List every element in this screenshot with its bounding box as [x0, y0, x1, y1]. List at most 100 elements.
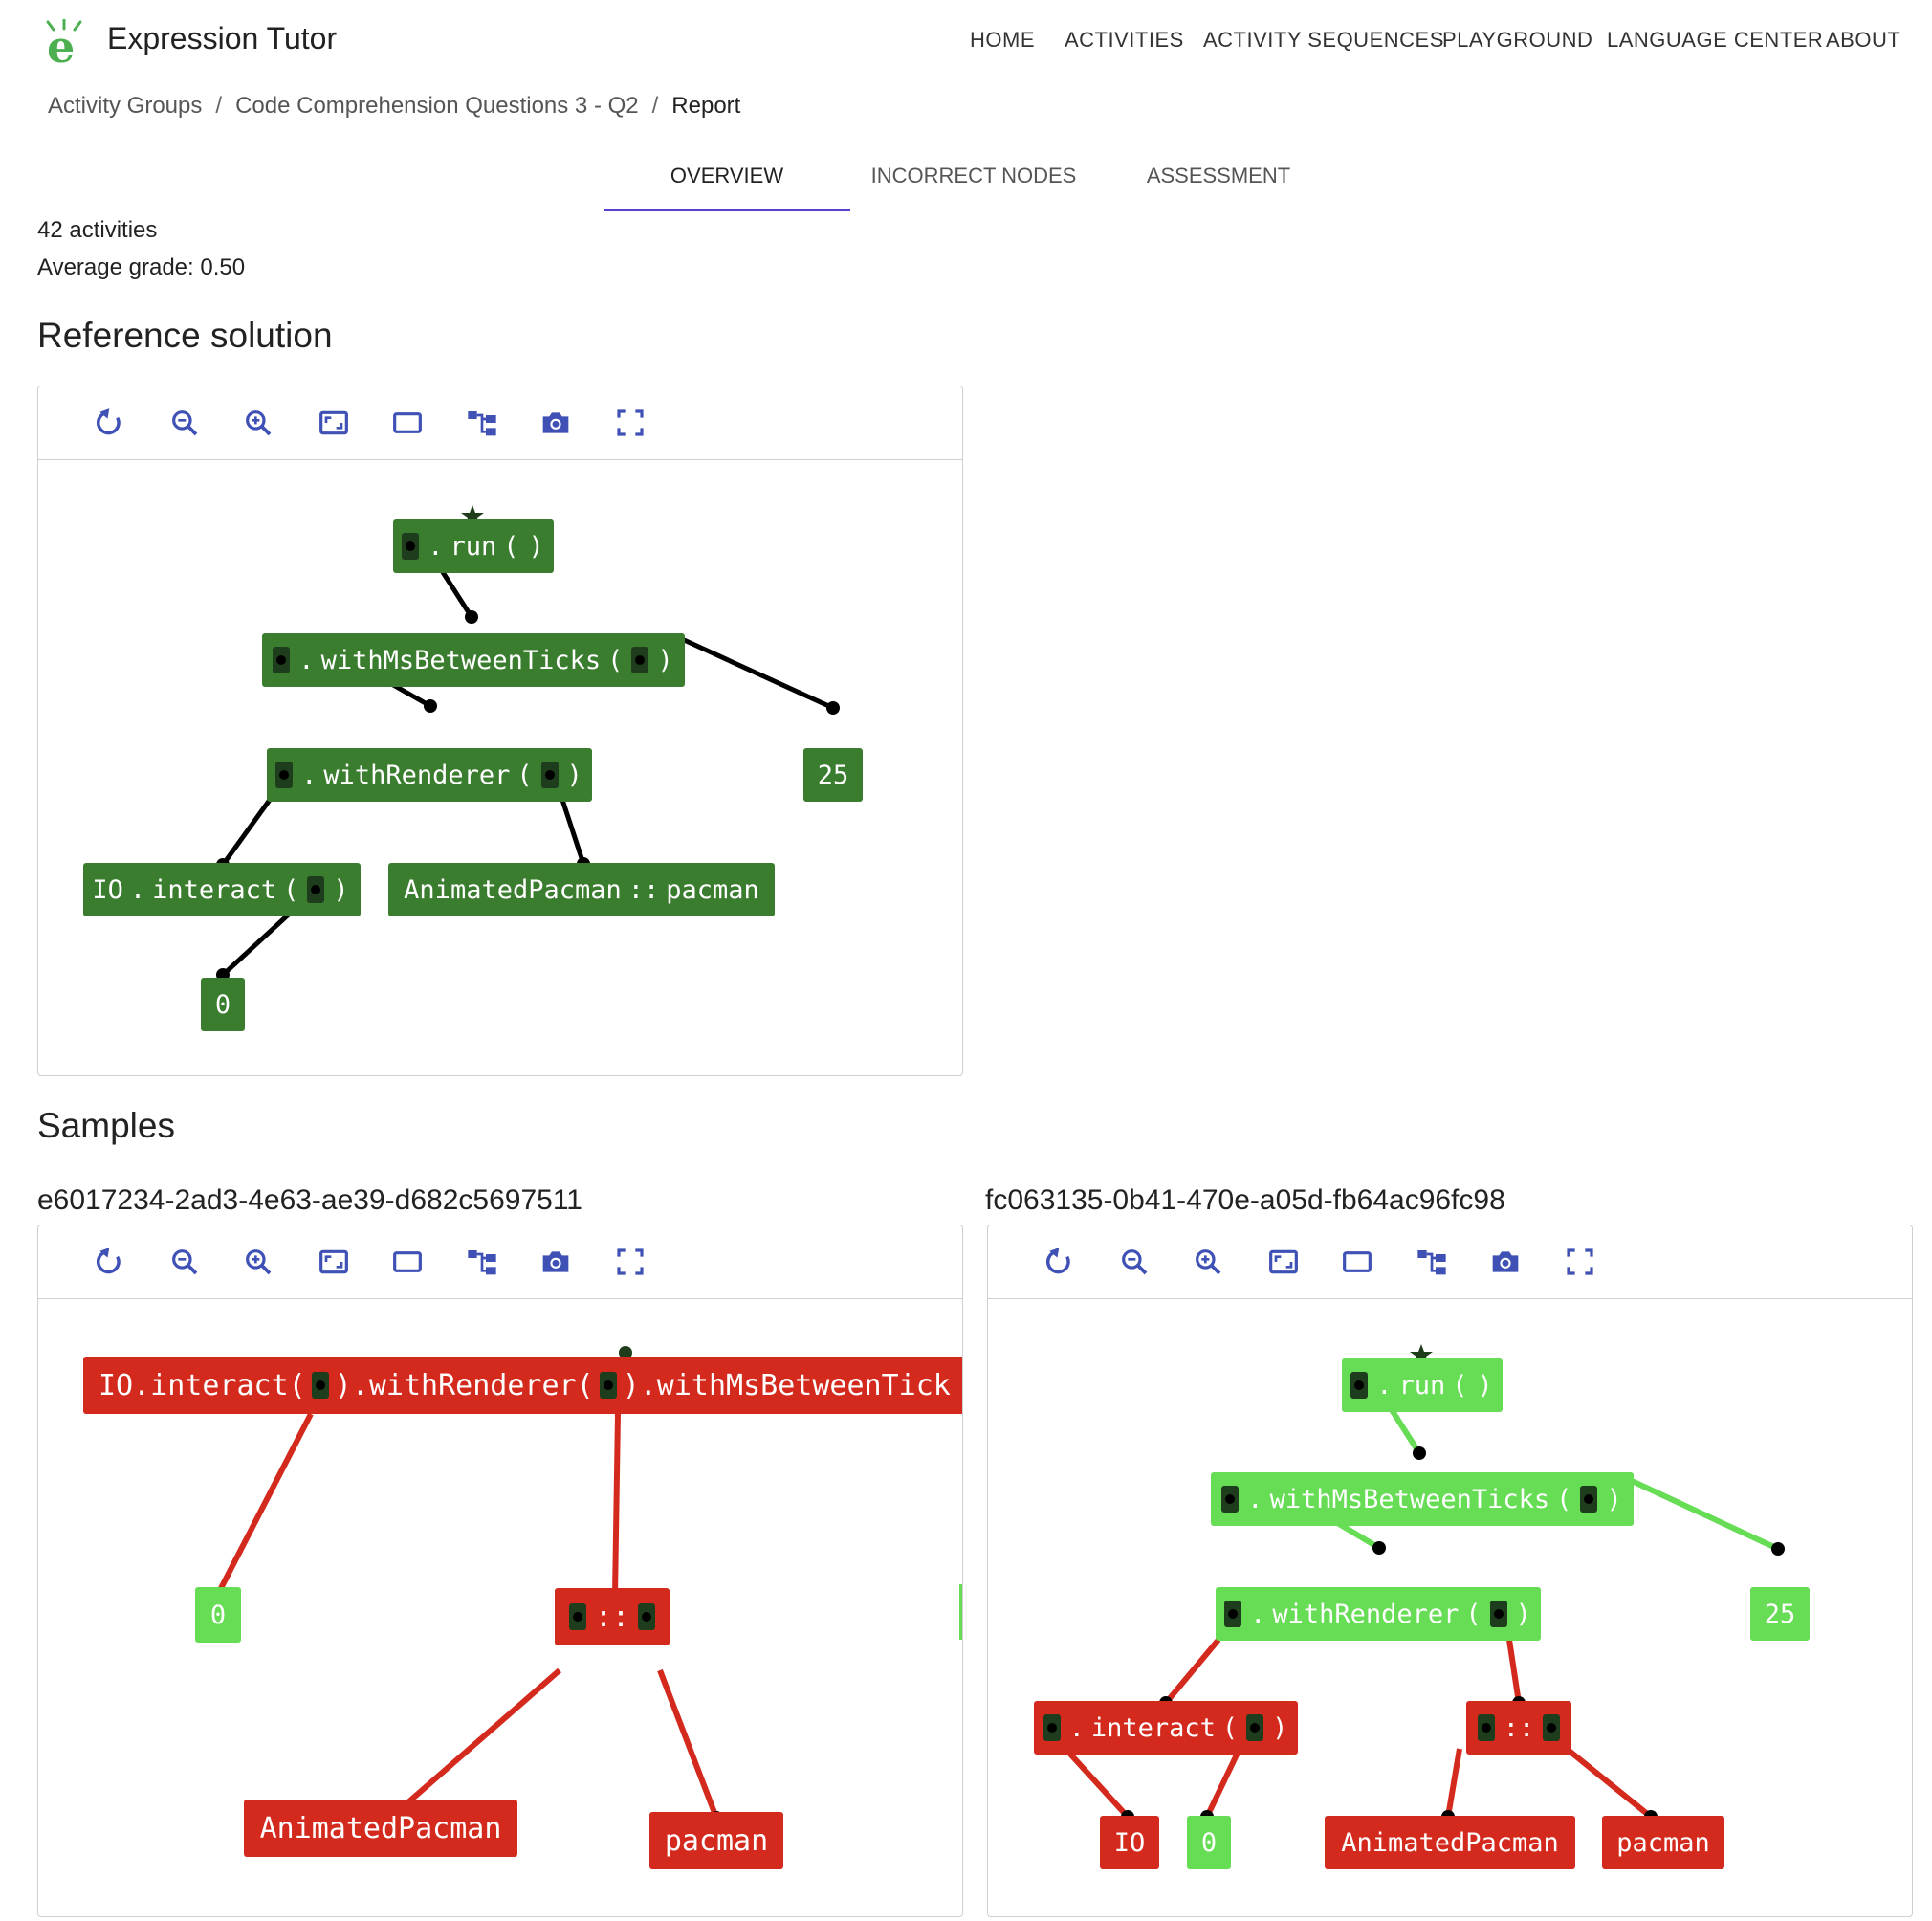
zoom-in-button[interactable]: [1189, 1243, 1227, 1281]
hole-slot[interactable]: [1350, 1372, 1369, 1399]
node-label: interact: [152, 874, 277, 905]
layout-tree-button[interactable]: [1413, 1243, 1451, 1281]
reset-button[interactable]: [1042, 1243, 1080, 1281]
fullscreen-button[interactable]: [611, 404, 649, 442]
zoom-out-button[interactable]: [1115, 1243, 1153, 1281]
tree-canvas[interactable]: IO.interact().withRenderer().withMsBetwe…: [38, 1299, 962, 1916]
node-label: AnimatedPacman: [259, 1811, 502, 1845]
nav-activity-sequences[interactable]: ACTIVITY SEQUENCES: [1203, 28, 1444, 53]
hole-slot[interactable]: [631, 647, 649, 673]
hole-slot[interactable]: [402, 533, 420, 560]
tab-assessment[interactable]: ASSESSMENT: [1096, 164, 1341, 188]
hole-slot[interactable]: [273, 647, 291, 673]
hole-slot[interactable]: [540, 762, 559, 788]
node-run[interactable]: . run(): [1342, 1358, 1503, 1412]
fit-button[interactable]: [315, 1243, 353, 1281]
tab-incorrect-nodes[interactable]: INCORRECT NODES: [851, 164, 1096, 188]
node-animated-pacman[interactable]: AnimatedPacman: [244, 1800, 517, 1857]
node-0[interactable]: 0: [195, 1587, 241, 1643]
nav-playground[interactable]: PLAYGROUND: [1442, 28, 1592, 53]
node-25[interactable]: 25: [1750, 1587, 1810, 1641]
node-animated-pacman[interactable]: AnimatedPacman: [1325, 1816, 1575, 1869]
node-pacman[interactable]: pacman: [1602, 1816, 1724, 1869]
hole-slot[interactable]: [568, 1603, 586, 1630]
node-label: withRenderer: [323, 760, 511, 790]
zoom-out-button[interactable]: [165, 1243, 204, 1281]
node-label: IO: [92, 874, 123, 905]
breadcrumb-separator: /: [215, 93, 223, 119]
node-animated-pacman[interactable]: AnimatedPacman:: pacman: [388, 863, 775, 916]
nav-language-center[interactable]: LANGUAGE CENTER: [1607, 28, 1823, 53]
reset-button[interactable]: [92, 404, 130, 442]
tree-canvas[interactable]: . run() . withMsBetweenTicks() . withRender…: [38, 460, 962, 1075]
hole-slot[interactable]: [1246, 1714, 1264, 1741]
node-method-chain[interactable]: IO.interact().withRenderer().withMsBetwe…: [83, 1357, 962, 1414]
camera-button[interactable]: [537, 1243, 575, 1281]
fit-button[interactable]: [1264, 1243, 1303, 1281]
node-25[interactable]: 25: [803, 748, 863, 802]
node-label: .: [1247, 1484, 1263, 1514]
node-label: .: [301, 760, 318, 790]
camera-button[interactable]: [537, 404, 575, 442]
node-0[interactable]: 0: [1187, 1816, 1231, 1869]
app-title[interactable]: Expression Tutor: [107, 21, 337, 56]
nav-about[interactable]: ABOUT: [1826, 28, 1900, 53]
hole-slot[interactable]: [1477, 1714, 1495, 1741]
node-io[interactable]: IO: [1100, 1816, 1159, 1869]
zoom-in-button[interactable]: [239, 404, 277, 442]
node-label: interact: [1090, 1712, 1216, 1743]
node-io-interact[interactable]: IO. interact(): [83, 863, 361, 916]
node-label: IO.interact(: [99, 1368, 306, 1402]
hole-slot[interactable]: [1224, 1601, 1242, 1627]
node-label: 0: [209, 1600, 227, 1630]
hole-slot[interactable]: [1580, 1486, 1598, 1513]
fullscreen-button[interactable]: [1561, 1243, 1599, 1281]
hole-slot[interactable]: [1221, 1486, 1240, 1513]
hole-slot[interactable]: [1543, 1714, 1561, 1741]
app-logo[interactable]: e: [42, 17, 84, 69]
hole-slot[interactable]: [638, 1603, 656, 1630]
breadcrumb-activity-groups[interactable]: Activity Groups: [48, 93, 202, 120]
hole-slot[interactable]: [599, 1372, 617, 1399]
frame-button[interactable]: [1338, 1243, 1376, 1281]
tree-canvas[interactable]: . run() . withMsBetweenTicks() . withRender…: [988, 1299, 1912, 1916]
node-interact[interactable]: . interact(): [1034, 1701, 1298, 1755]
activities-count: 42 activities: [37, 217, 158, 243]
camera-button[interactable]: [1486, 1243, 1525, 1281]
node-run[interactable]: . run(): [393, 519, 554, 573]
node-with-renderer[interactable]: . withRenderer(): [267, 748, 592, 802]
zoom-in-button[interactable]: [239, 1243, 277, 1281]
nav-activities[interactable]: ACTIVITIES: [1065, 28, 1184, 53]
layout-tree-button[interactable]: [463, 1243, 501, 1281]
hole-slot[interactable]: [311, 1372, 329, 1399]
frame-button[interactable]: [388, 1243, 427, 1281]
node-double-colon[interactable]: ::: [1466, 1701, 1571, 1755]
reset-button[interactable]: [92, 1243, 130, 1281]
logo-e-icon: e: [47, 21, 76, 73]
node-with-ms-between-ticks[interactable]: . withMsBetweenTicks(): [1211, 1472, 1634, 1526]
nav-home[interactable]: HOME: [970, 28, 1035, 53]
node-0[interactable]: 0: [201, 978, 245, 1031]
sample-id: e6017234-2ad3-4e63-ae39-d682c5697511: [37, 1184, 582, 1216]
fit-button[interactable]: [315, 404, 353, 442]
zoom-out-button[interactable]: [165, 404, 204, 442]
hole-slot[interactable]: [275, 762, 294, 788]
node-label: 25: [1764, 1599, 1796, 1629]
hole-slot[interactable]: [1489, 1601, 1507, 1627]
node-with-renderer[interactable]: . withRenderer(): [1216, 1587, 1541, 1641]
fullscreen-button[interactable]: [611, 1243, 649, 1281]
node-double-colon[interactable]: ::: [555, 1588, 670, 1645]
layout-tree-button[interactable]: [463, 404, 501, 442]
node-label: ): [528, 531, 544, 562]
breadcrumb-activity[interactable]: Code Comprehension Questions 3 - Q2: [235, 93, 639, 120]
hole-slot[interactable]: [307, 876, 325, 903]
node-pacman[interactable]: pacman: [649, 1812, 783, 1869]
tab-overview[interactable]: OVERVIEW: [604, 164, 849, 188]
reference-solution-title: Reference solution: [37, 316, 333, 355]
hole-slot[interactable]: [1043, 1714, 1061, 1741]
node-label: ).withRenderer(: [334, 1368, 594, 1402]
node-label: ::: [627, 874, 660, 905]
node-label: ): [333, 874, 349, 905]
frame-button[interactable]: [388, 404, 427, 442]
node-with-ms-between-ticks[interactable]: . withMsBetweenTicks(): [262, 633, 685, 687]
